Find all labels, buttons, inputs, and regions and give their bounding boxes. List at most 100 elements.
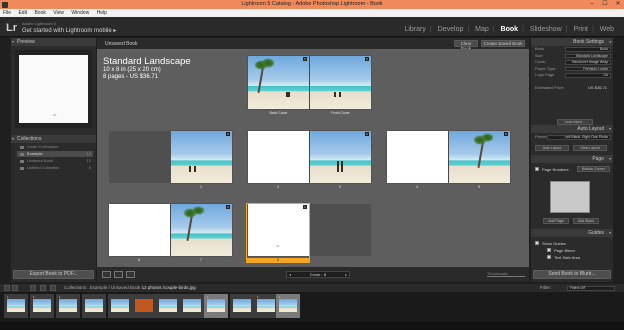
multi-page-view-button[interactable]	[102, 271, 111, 278]
page-bleed-checkbox[interactable]	[547, 248, 551, 252]
filmstrip-thumb[interactable]: 1	[4, 294, 28, 318]
forward-arrow-icon[interactable]	[50, 285, 56, 291]
collection-untitled[interactable]: Untitled Collection 0	[17, 165, 93, 171]
page-layout-thumbnail[interactable]	[550, 181, 590, 213]
text-safe-area-checkbox[interactable]	[547, 255, 551, 259]
book-info: 8 pages - US $36.71	[103, 74, 159, 80]
collections-panel-header[interactable]: ▾ Collections	[11, 135, 96, 143]
show-guides-checkbox[interactable]	[535, 241, 539, 245]
page-navigator[interactable]: ◂ Cover - 8 ▸	[286, 271, 350, 278]
send-book-button[interactable]: Send Book to Blurb...	[533, 270, 611, 279]
module-book[interactable]: Book	[501, 26, 519, 33]
clear-layout-button[interactable]: Clear Layout	[573, 145, 607, 151]
page-numbers-position[interactable]: Bottom Corner	[577, 166, 610, 172]
module-print[interactable]: Print	[574, 26, 588, 33]
book-title: Standard Landscape	[103, 56, 191, 67]
filter-label: Filter:	[540, 285, 552, 290]
minimize-button[interactable]: –	[586, 0, 598, 9]
collapse-triangle-icon: ▾	[12, 136, 15, 141]
page-3-photo[interactable]	[310, 131, 371, 183]
page-numbers-checkbox[interactable]	[535, 167, 539, 171]
page-number: 3	[339, 185, 341, 189]
filmstrip-thumb[interactable]	[82, 294, 106, 318]
filmstrip-source-path[interactable]: Collections : Example / Unsaved Book 12 …	[64, 285, 196, 290]
menu-bar: File Edit Book View Window Help	[0, 9, 624, 17]
menu-view[interactable]: View	[53, 10, 64, 16]
module-map[interactable]: Map	[475, 26, 489, 33]
collection-example[interactable]: Example 12	[17, 151, 93, 157]
grid-icon[interactable]	[30, 285, 36, 291]
add-blank-button[interactable]: Add Blank	[573, 218, 599, 224]
identity-plate: Lr Adobe Lightroom 5 Get started with Li…	[0, 17, 624, 37]
page-6[interactable]	[109, 204, 170, 256]
module-library[interactable]: Library	[404, 26, 425, 33]
spread-view-button[interactable]	[114, 271, 123, 278]
back-arrow-icon[interactable]	[40, 285, 46, 291]
filmstrip-thumb[interactable]	[132, 294, 156, 318]
module-develop[interactable]: Develop	[438, 26, 464, 33]
filmstrip-thumb-selected[interactable]: 1 • • •	[276, 294, 300, 318]
clear-book-button[interactable]: Clear Book	[454, 40, 478, 51]
page-preview: 20	[15, 50, 92, 128]
menu-book[interactable]: Book	[34, 10, 45, 16]
add-page-button[interactable]: Add Page	[543, 218, 569, 224]
book-icon	[20, 159, 24, 163]
back-cover-photo[interactable]	[248, 56, 309, 109]
export-pdf-button[interactable]: Export Book to PDF...	[13, 270, 94, 279]
filmstrip-thumb[interactable]	[180, 294, 204, 318]
preview-panel-header[interactable]: ▾ Preview	[11, 38, 96, 46]
window-title: Lightroom 5 Catalog - Adobe Photoshop Li…	[241, 1, 383, 7]
bottom-edge	[0, 322, 624, 330]
create-saved-book-button[interactable]: Create Saved Book	[481, 40, 525, 47]
filmstrip-thumb[interactable]: 1	[254, 294, 278, 318]
auto-layout-button[interactable]: Auto Layout	[535, 145, 569, 151]
previous-page-icon[interactable]: ◂	[289, 272, 291, 277]
filmstrip-thumb[interactable]: 1	[30, 294, 54, 318]
module-picker: Library | Develop | Map | Book | Slideshow | …	[404, 26, 614, 33]
collection-smart[interactable]: Smart Collections	[17, 144, 93, 150]
preview-label: Preview	[17, 39, 35, 45]
menu-window[interactable]: Window	[71, 10, 89, 16]
monitor-2-icon[interactable]	[12, 285, 18, 291]
filmstrip-thumb-selected[interactable]: 1 • • •	[204, 294, 228, 318]
module-slideshow[interactable]: Slideshow	[530, 26, 562, 33]
collection-unsaved-book[interactable]: Unsaved Book 12	[17, 158, 93, 164]
book-settings-header[interactable]: Book Settings ◂	[531, 38, 613, 46]
page-number: 4	[416, 185, 418, 189]
menu-help[interactable]: Help	[97, 10, 107, 16]
page-7-photo[interactable]	[171, 204, 232, 256]
page-header[interactable]: Page ▾	[531, 155, 613, 163]
lightroom-mobile-link[interactable]: Get started with Lightroom mobile ▸	[22, 27, 116, 34]
module-web[interactable]: Web	[600, 26, 614, 33]
page-5-photo[interactable]	[449, 131, 510, 183]
filmstrip-thumb[interactable]	[230, 294, 254, 318]
left-panel: ▾ Preview 20 ▾ Collections Smart Collect…	[11, 38, 96, 282]
preset-row[interactable]: Preset: Left Blank, Right One Photo	[531, 134, 613, 141]
menu-file[interactable]: File	[3, 10, 11, 16]
thumbnail-size-slider[interactable]	[487, 276, 525, 277]
filter-select[interactable]: Filters Off	[567, 285, 615, 291]
page-4[interactable]	[387, 131, 448, 183]
identity-small-text: Adobe Lightroom 5	[22, 21, 56, 26]
setting-logo-page[interactable]: Logo Page On	[531, 72, 613, 79]
page-number: 6	[138, 258, 140, 262]
filmstrip: 1 1 1 1 • • • 1 1 • • •	[0, 292, 624, 322]
guides-header[interactable]: Guides ▾	[531, 229, 613, 237]
maximize-button[interactable]: ☐	[599, 0, 611, 9]
filmstrip-thumb[interactable]: 1	[56, 294, 80, 318]
filmstrip-thumb[interactable]	[156, 294, 180, 318]
next-page-icon[interactable]: ▸	[345, 272, 347, 277]
page-number: 5	[478, 185, 480, 189]
folder-icon	[20, 152, 24, 156]
filmstrip-thumb[interactable]	[108, 294, 132, 318]
page-nav-label: Cover - 8	[309, 272, 327, 277]
page-1-photo[interactable]	[171, 131, 232, 183]
close-button[interactable]: ✕	[612, 0, 624, 9]
auto-layout-header[interactable]: Auto Layout ▾	[531, 125, 613, 133]
page-2[interactable]	[248, 131, 309, 183]
menu-edit[interactable]: Edit	[18, 10, 27, 16]
monitor-1-icon[interactable]	[4, 285, 10, 291]
photo-count-badge: 1	[226, 132, 230, 136]
front-cover-photo[interactable]	[310, 56, 371, 109]
single-page-view-button[interactable]	[126, 271, 135, 278]
